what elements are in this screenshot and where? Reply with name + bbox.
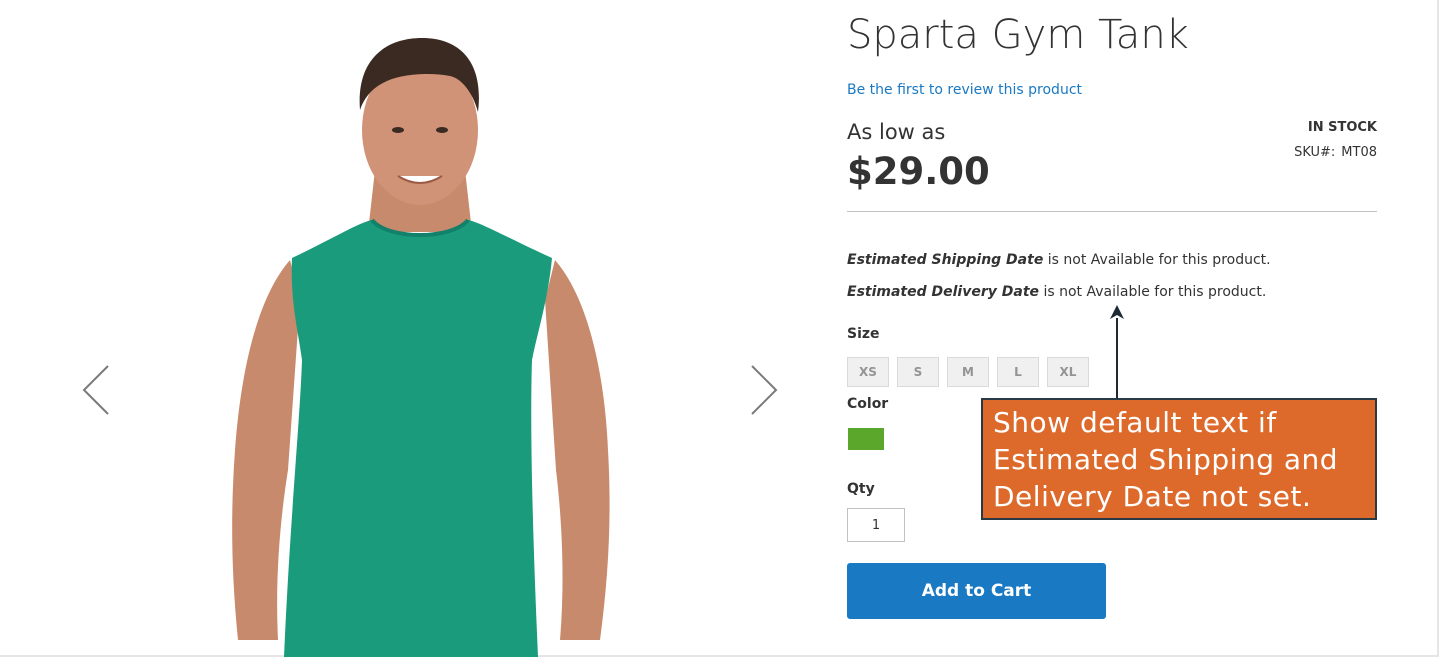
add-to-cart-button[interactable]: Add to Cart [847,563,1106,619]
product-gallery [0,0,820,657]
stock-status: In stock [1307,120,1377,135]
size-options: XS S M L XL [847,357,1089,387]
annotation-line-1: Show default text if [993,406,1277,439]
price-divider [847,211,1377,212]
estimated-delivery-notice: Estimated Delivery Date is not Available… [847,284,1266,300]
estimated-shipping-label: Estimated Shipping Date [847,252,1044,268]
gallery-next-button[interactable] [744,360,784,420]
product-title: Sparta Gym Tank [847,12,1189,58]
product-sku: SKU#: MT08 [1294,145,1377,160]
chevron-left-icon [82,365,109,415]
size-option-xs[interactable]: XS [847,357,889,387]
size-label: Size [847,326,880,342]
product-image [232,38,610,657]
sku-label: SKU#: [1294,145,1336,160]
qty-label: Qty [847,481,875,497]
sku-value: MT08 [1341,145,1377,160]
estimated-shipping-notice: Estimated Shipping Date is not Available… [847,252,1271,268]
chevron-right-icon [751,365,778,415]
estimated-delivery-text: is not Available for this product. [1039,284,1267,300]
gallery-prev-button[interactable] [76,360,116,420]
estimated-delivery-label: Estimated Delivery Date [847,284,1040,300]
annotation-pointer [1116,318,1118,398]
estimated-shipping-text: is not Available for this product. [1043,252,1271,268]
annotation-callout: Show default text if Estimated Shipping … [981,398,1377,520]
size-option-m[interactable]: M [947,357,989,387]
price-prefix: As low as [847,120,946,144]
color-swatch-green[interactable] [848,428,884,450]
product-price: $29.00 [847,150,990,193]
annotation-line-2: Estimated Shipping and [993,443,1339,476]
annotation-line-3: Delivery Date not set. [993,480,1312,513]
size-option-s[interactable]: S [897,357,939,387]
size-option-xl[interactable]: XL [1047,357,1089,387]
review-link[interactable]: Be the first to review this product [847,82,1082,98]
color-label: Color [847,396,889,412]
qty-input[interactable] [847,508,905,542]
size-option-l[interactable]: L [997,357,1039,387]
product-info: Sparta Gym Tank Be the first to review t… [847,0,1377,657]
